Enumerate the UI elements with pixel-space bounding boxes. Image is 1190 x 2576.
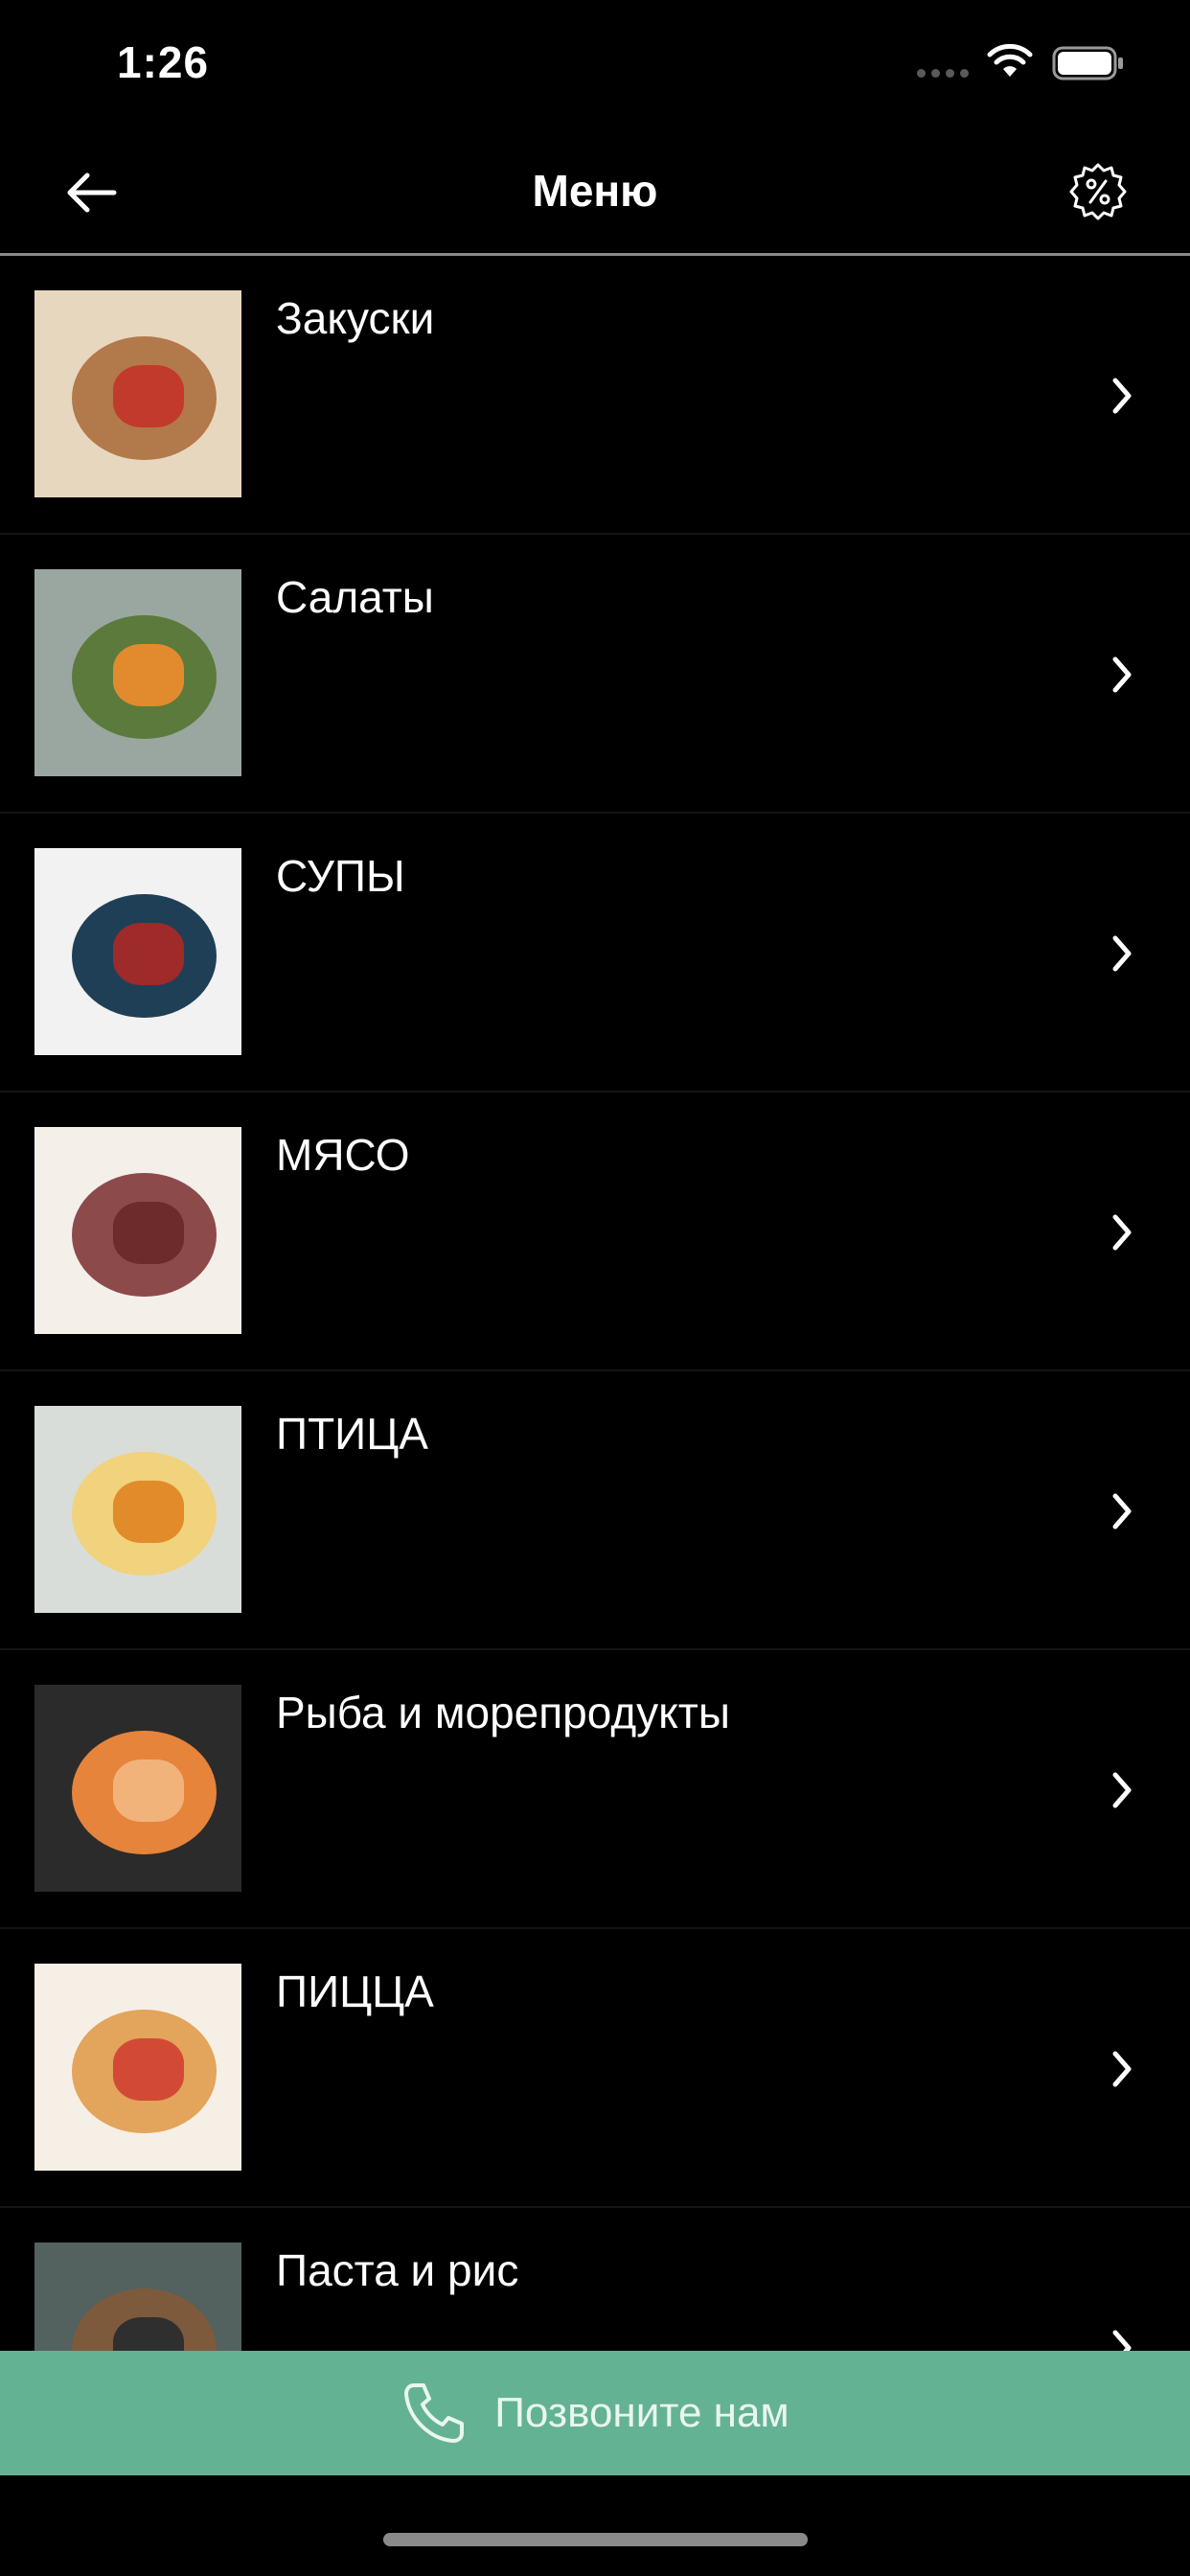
menu-category-label: Паста и рис <box>276 2245 519 2295</box>
page-title: Меню <box>532 166 658 216</box>
menu-category-row[interactable]: Салаты <box>0 535 1190 814</box>
call-button[interactable]: Позвоните нам <box>0 2351 1190 2475</box>
pizza-photo <box>34 1964 241 2171</box>
menu-category-label: ПИЦЦА <box>276 1966 434 2016</box>
chevron-right-icon <box>1112 1772 1132 1808</box>
signal-icon <box>917 69 969 78</box>
chevron-right-icon <box>1112 1493 1132 1530</box>
status-time: 1:26 <box>117 37 210 87</box>
menu-category-row[interactable]: Рыба и морепродукты <box>0 1650 1190 1929</box>
chevron-right-icon <box>1112 378 1132 414</box>
battery-icon <box>1052 46 1123 80</box>
chevron-right-icon <box>1112 2051 1132 2087</box>
menu-category-row[interactable]: ПИЦЦА <box>0 1929 1190 2208</box>
menu-category-row[interactable]: Паста и рис <box>0 2208 1190 2351</box>
meat-photo <box>34 1127 241 1334</box>
menu-category-label: СУПЫ <box>276 851 405 901</box>
menu-category-label: Закуски <box>276 293 435 343</box>
discount-button[interactable] <box>1062 155 1134 228</box>
menu-category-row[interactable]: МЯСО <box>0 1092 1190 1371</box>
menu-category-label: МЯСО <box>276 1130 410 1180</box>
menu-list: Закуски Салаты СУПЫ МЯСО ПТИЦА Рыба и морепро… <box>0 256 1190 2351</box>
appetizers-photo <box>34 290 241 497</box>
seafood-photo <box>34 1685 241 1892</box>
call-button-label: Позвоните нам <box>494 2389 790 2436</box>
menu-category-row[interactable]: ПТИЦА <box>0 1371 1190 1650</box>
nav-bar: Меню <box>0 134 1190 256</box>
menu-category-label: ПТИЦА <box>276 1409 428 1459</box>
pasta-photo <box>34 2242 241 2351</box>
soup-photo <box>34 848 241 1055</box>
wifi-icon <box>987 44 1033 77</box>
chevron-right-icon <box>1112 935 1132 972</box>
discount-badge-icon <box>1069 163 1127 220</box>
chevron-right-icon <box>1112 656 1132 693</box>
phone-icon <box>404 2383 465 2443</box>
home-indicator <box>383 2533 808 2546</box>
menu-category-label: Салаты <box>276 572 434 622</box>
salad-photo <box>34 569 241 776</box>
menu-category-row[interactable]: Закуски <box>0 256 1190 535</box>
poultry-photo <box>34 1406 241 1613</box>
menu-category-row[interactable]: СУПЫ <box>0 814 1190 1092</box>
status-bar: 1:26 <box>0 0 1190 134</box>
chevron-right-icon <box>1112 1214 1132 1251</box>
chevron-right-icon <box>1112 2330 1132 2351</box>
menu-category-label: Рыба и морепродукты <box>276 1688 730 1737</box>
